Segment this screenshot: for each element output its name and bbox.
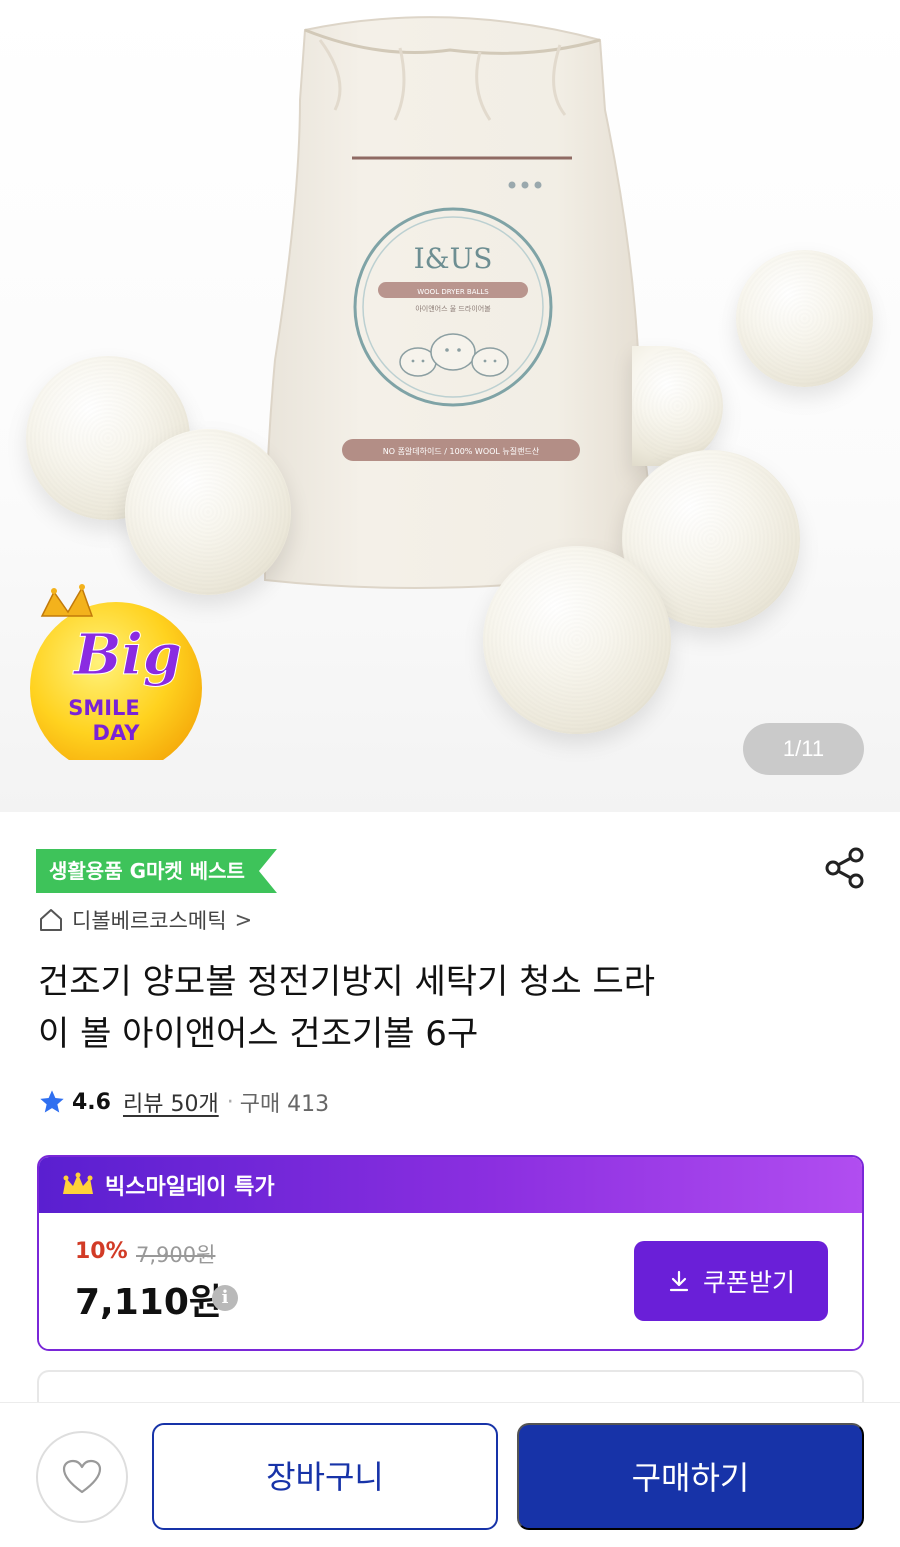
promo-card: 빅스마일데이 특가 10% 7,900원 7,110원 i 쿠폰받기 — [37, 1155, 864, 1351]
badge-big-text: Big — [72, 622, 182, 688]
original-price: 7,900원 — [136, 1243, 216, 1267]
bag-korean-text: 아이앤어스 울 드라이어볼 — [415, 304, 491, 313]
badge-day-text: DAY — [93, 721, 141, 745]
chevron-right-icon: > — [234, 908, 253, 932]
badge-smile-text: SMILE — [68, 696, 140, 720]
best-seller-tag: 생활용품 G마켓 베스트 — [36, 849, 277, 893]
review-count-link[interactable]: 리뷰 50개 — [123, 1086, 219, 1118]
buy-now-button[interactable]: 구매하기 — [517, 1423, 864, 1530]
info-icon[interactable]: i — [212, 1285, 238, 1311]
add-to-cart-button[interactable]: 장바구니 — [152, 1423, 498, 1530]
download-icon — [669, 1270, 689, 1292]
big-smile-day-badge: Big SMILE DAY — [30, 584, 202, 760]
share-icon[interactable] — [822, 845, 868, 891]
bag-brand-text: I&US — [414, 242, 493, 275]
wool-ball — [736, 250, 873, 387]
bottom-action-bar: 장바구니 구매하기 — [0, 1402, 900, 1547]
crown-icon — [63, 1172, 93, 1194]
store-link[interactable]: 디볼베르코스메틱 > — [38, 905, 252, 935]
rating-row: 4.6 리뷰 50개 · 구매 413 — [38, 1086, 329, 1118]
store-name: 디볼베르코스메틱 — [72, 909, 227, 933]
bag-tagline-text: NO 폼알데하이드 / 100% WOOL 뉴질랜드산 — [383, 446, 540, 456]
bag-subtitle-text: WOOL DRYER BALLS — [417, 288, 489, 296]
image-page-counter: 1/11 — [743, 723, 864, 775]
get-coupon-button[interactable]: 쿠폰받기 — [634, 1241, 828, 1321]
star-icon — [40, 1090, 64, 1113]
promo-header: 빅스마일데이 특가 — [39, 1157, 862, 1213]
wool-ball — [632, 346, 723, 466]
promo-body: 10% 7,900원 7,110원 i 쿠폰받기 — [39, 1213, 862, 1349]
heart-icon — [62, 1459, 102, 1494]
sale-price: 7,110원 — [75, 1282, 222, 1323]
wool-ball — [483, 546, 671, 734]
separator-dot: · — [226, 1089, 234, 1115]
product-title-line: 건조기 양모볼 정전기방지 세탁기 청소 드라 — [38, 962, 656, 1002]
home-icon — [40, 909, 62, 931]
promo-title: 빅스마일데이 특가 — [105, 1175, 275, 1200]
purchase-count: 구매 413 — [239, 1092, 330, 1117]
product-title: 건조기 양모볼 정전기방지 세탁기 청소 드라 이 볼 아이앤어스 건조기볼 6… — [38, 956, 838, 1060]
crown-icon — [40, 586, 94, 617]
coupon-button-label: 쿠폰받기 — [702, 1269, 795, 1297]
wool-ball — [125, 429, 291, 595]
discount-rate: 10% — [75, 1239, 128, 1264]
rating-score: 4.6 — [72, 1089, 111, 1115]
wishlist-button[interactable] — [36, 1431, 128, 1523]
product-image-gallery[interactable]: I&US WOOL DRYER BALLS 아이앤어스 울 드라이어볼 NO 폼… — [0, 0, 900, 812]
product-title-line: 이 볼 아이앤어스 건조기볼 6구 — [38, 1014, 479, 1054]
